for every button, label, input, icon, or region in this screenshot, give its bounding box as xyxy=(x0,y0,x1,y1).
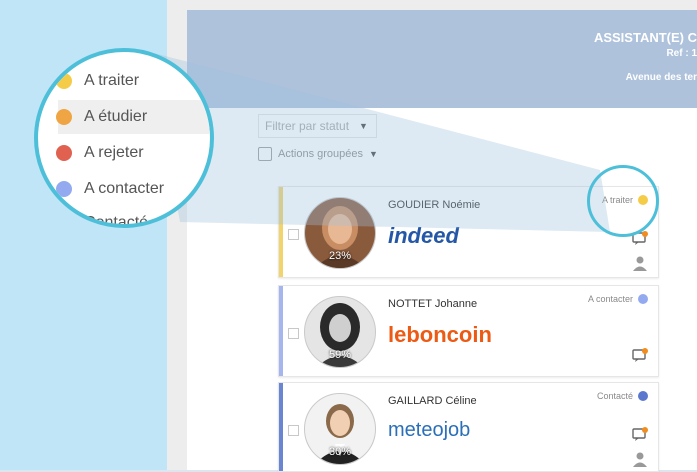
avatar: 23% xyxy=(304,197,376,269)
chat-icon[interactable] xyxy=(632,427,648,441)
legend-label: A rejeter xyxy=(84,144,144,161)
job-title: ASSISTANT(E) C xyxy=(593,30,697,45)
status-dot-icon xyxy=(56,181,72,197)
legend-item-a-rejeter[interactable]: A rejeter xyxy=(56,144,144,162)
status-dot-icon xyxy=(56,145,72,161)
match-percent: 23% xyxy=(328,250,352,262)
status-badge[interactable]: Contacté xyxy=(597,391,648,401)
status-label: Contacté xyxy=(596,391,633,401)
status-label: A contacter xyxy=(587,294,633,304)
job-ref: Ref : 1 xyxy=(666,48,697,59)
candidate-name[interactable]: GAILLARD Céline xyxy=(388,395,477,407)
candidate-checkbox[interactable] xyxy=(288,328,299,339)
legend-item-a-traiter[interactable]: A traiter xyxy=(56,72,139,90)
status-dot-icon xyxy=(56,73,72,89)
status-color-bar xyxy=(279,383,283,471)
job-header: ASSISTANT(E) C Ref : 1 Avenue des ter xyxy=(187,10,697,108)
candidate-checkbox[interactable] xyxy=(288,425,299,436)
candidate-name[interactable]: NOTTET Johanne xyxy=(388,298,477,310)
candidate-name[interactable]: GOUDIER Noémie xyxy=(388,199,480,211)
candidate-checkbox[interactable] xyxy=(288,229,299,240)
chevron-down-icon: ▼ xyxy=(369,149,378,159)
candidate-card[interactable]: 30% GAILLARD Céline meteojob Contacté xyxy=(278,382,659,472)
avatar: 59% xyxy=(304,296,376,368)
chevron-down-icon: ▼ xyxy=(359,121,368,131)
status-color-bar xyxy=(279,286,283,376)
legend-item-a-etudier[interactable]: A étudier xyxy=(56,108,147,126)
status-filter-select[interactable]: Filtrer par statut ▼ xyxy=(258,114,377,138)
chat-icon[interactable] xyxy=(632,348,648,362)
status-legend-magnifier: A traiter A étudier A rejeter A contacte… xyxy=(34,48,214,228)
status-zoom-ring xyxy=(587,165,659,237)
legend-label: A traiter xyxy=(84,72,140,89)
legend-label: A contacter xyxy=(84,180,165,197)
legend-label: A étudier xyxy=(84,108,148,125)
legend-item-a-contacter[interactable]: A contacter xyxy=(56,180,164,198)
status-dot-icon xyxy=(56,109,72,125)
user-icon[interactable] xyxy=(632,255,648,271)
source-logo-meteojob: meteojob xyxy=(388,419,471,441)
status-color-bar xyxy=(279,187,283,277)
source-logo-indeed: indeed xyxy=(388,223,459,248)
select-all-checkbox[interactable] xyxy=(258,147,272,161)
candidate-card[interactable]: 59% NOTTET Johanne leboncoin A contacter xyxy=(278,285,659,377)
status-badge[interactable]: A contacter xyxy=(588,294,648,304)
match-percent: 30% xyxy=(328,446,352,458)
avatar: 30% xyxy=(304,393,376,465)
user-icon[interactable] xyxy=(632,451,648,467)
job-address: Avenue des ter xyxy=(625,72,697,83)
match-percent: 59% xyxy=(328,349,352,361)
grouped-actions[interactable]: Actions groupées ▼ xyxy=(258,147,378,161)
grouped-actions-label: Actions groupées xyxy=(278,148,363,160)
status-dot-icon xyxy=(638,294,648,304)
source-logo-leboncoin: leboncoin xyxy=(388,322,492,347)
status-dot-icon xyxy=(638,391,648,401)
status-filter-label: Filtrer par statut xyxy=(265,119,350,133)
